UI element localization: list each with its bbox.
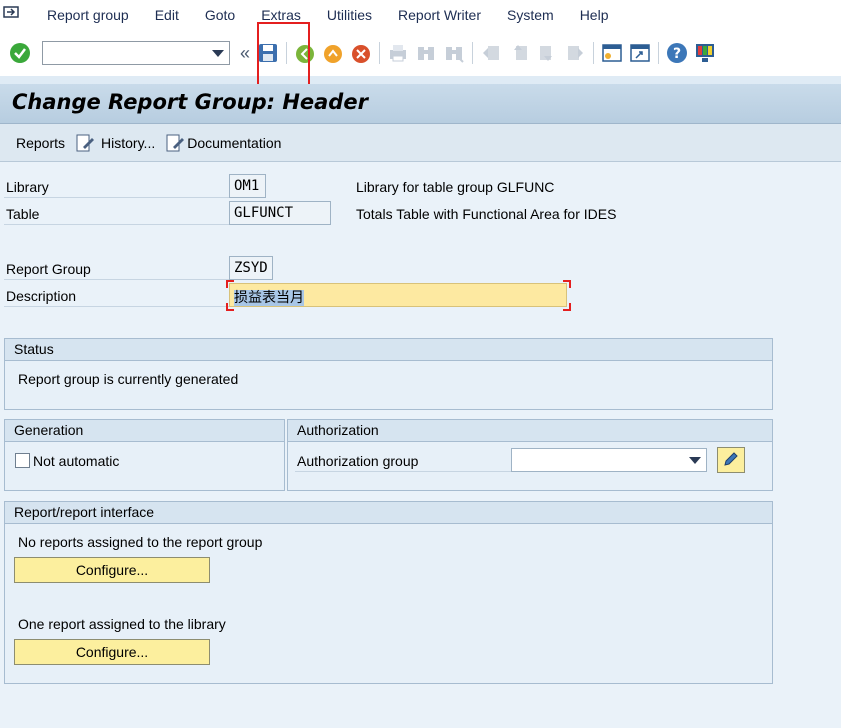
find-next-icon[interactable]	[442, 41, 466, 65]
pencil-icon	[722, 450, 740, 471]
new-session-icon[interactable]	[600, 41, 624, 65]
authorization-group: Authorization Authorization group	[287, 419, 773, 491]
edit-authorization-button[interactable]	[717, 447, 745, 473]
reports-button[interactable]: Reports	[16, 135, 65, 151]
report-interface-heading: Report/report interface	[5, 502, 772, 524]
title-bar: Change Report Group: Header	[0, 84, 841, 124]
divider	[4, 279, 230, 280]
divider	[295, 471, 513, 472]
menu-system[interactable]: System	[494, 7, 567, 23]
description-value: 损益表当月	[234, 290, 304, 306]
menu-report-writer[interactable]: Report Writer	[385, 7, 494, 23]
menu-help[interactable]: Help	[567, 7, 622, 23]
library-label: Library	[6, 179, 49, 195]
documentation-button[interactable]: Documentation	[187, 135, 281, 151]
status-text: Report group is currently generated	[18, 371, 239, 387]
focus-corner	[226, 280, 234, 288]
command-field[interactable]	[42, 41, 230, 65]
separator	[593, 42, 595, 64]
report-group-field[interactable]: ZSYD	[229, 256, 273, 280]
standard-toolbar: « ?	[0, 30, 841, 76]
history-button[interactable]: History...	[101, 135, 155, 151]
shortcut-icon[interactable]	[628, 41, 652, 65]
status-heading: Status	[5, 339, 772, 361]
generation-heading: Generation	[5, 420, 284, 442]
focus-corner	[563, 303, 571, 311]
menu-edit[interactable]: Edit	[142, 7, 192, 23]
authorization-group-label: Authorization group	[297, 453, 419, 469]
exit-icon[interactable]	[321, 41, 345, 65]
menu-extras[interactable]: Extras	[248, 7, 314, 23]
library-assignment-text: One report assigned to the library	[18, 616, 226, 632]
menu-goto[interactable]: Goto	[192, 7, 248, 23]
separator	[379, 42, 381, 64]
menu-bar: Report group Edit Goto Extras Utilities …	[0, 0, 841, 30]
not-automatic-checkbox[interactable]	[15, 453, 30, 468]
divider	[4, 197, 230, 198]
generation-group: Generation Not automatic	[4, 419, 285, 491]
description-field[interactable]: 损益表当月	[229, 283, 567, 307]
main-content: Library OM1 Library for table group GLFU…	[0, 162, 841, 728]
not-automatic-label: Not automatic	[33, 453, 120, 469]
report-group-assignment-text: No reports assigned to the report group	[18, 534, 263, 550]
page-title: Change Report Group: Header	[12, 90, 368, 114]
prev-page-icon[interactable]	[507, 41, 531, 65]
separator	[472, 42, 474, 64]
divider	[4, 306, 230, 307]
configure-report-group-button[interactable]: Configure...	[14, 557, 210, 583]
back-icon[interactable]	[293, 41, 317, 65]
layout-icon[interactable]	[693, 41, 717, 65]
configure-library-button[interactable]: Configure...	[14, 639, 210, 665]
table-field[interactable]: GLFUNCT	[229, 201, 331, 225]
library-description: Library for table group GLFUNC	[356, 179, 555, 195]
system-menu-icon[interactable]	[2, 4, 24, 26]
application-toolbar: Reports History... Documentation	[0, 124, 841, 162]
library-field[interactable]: OM1	[229, 174, 266, 198]
edit-document-icon[interactable]	[75, 133, 95, 153]
svg-text:?: ?	[673, 46, 681, 62]
print-icon[interactable]	[386, 41, 410, 65]
report-group-label: Report Group	[6, 261, 91, 277]
divider	[4, 224, 230, 225]
focus-corner	[226, 303, 234, 311]
separator	[286, 42, 288, 64]
menu-report-group[interactable]: Report group	[34, 7, 142, 23]
focus-corner	[563, 280, 571, 288]
find-icon[interactable]	[414, 41, 438, 65]
description-label: Description	[6, 288, 77, 304]
menu-utilities[interactable]: Utilities	[314, 7, 385, 23]
status-group: Status Report group is currently generat…	[4, 338, 773, 410]
first-page-icon[interactable]	[479, 41, 503, 65]
table-label: Table	[6, 206, 40, 222]
next-page-icon[interactable]	[535, 41, 559, 65]
table-description: Totals Table with Functional Area for ID…	[356, 206, 617, 222]
chevron-down-icon[interactable]	[212, 50, 224, 57]
help-icon[interactable]: ?	[665, 41, 689, 65]
report-interface-group: Report/report interface No reports assig…	[4, 501, 773, 684]
save-icon[interactable]	[256, 41, 280, 65]
separator	[658, 42, 660, 64]
cancel-icon[interactable]	[349, 41, 373, 65]
authorization-heading: Authorization	[288, 420, 772, 442]
documentation-icon[interactable]	[165, 133, 185, 153]
last-page-icon[interactable]	[563, 41, 587, 65]
collapse-chevron-icon[interactable]: «	[240, 43, 250, 64]
enter-icon[interactable]	[8, 41, 32, 65]
authorization-group-field[interactable]	[511, 448, 707, 472]
chevron-down-icon[interactable]	[689, 457, 701, 464]
